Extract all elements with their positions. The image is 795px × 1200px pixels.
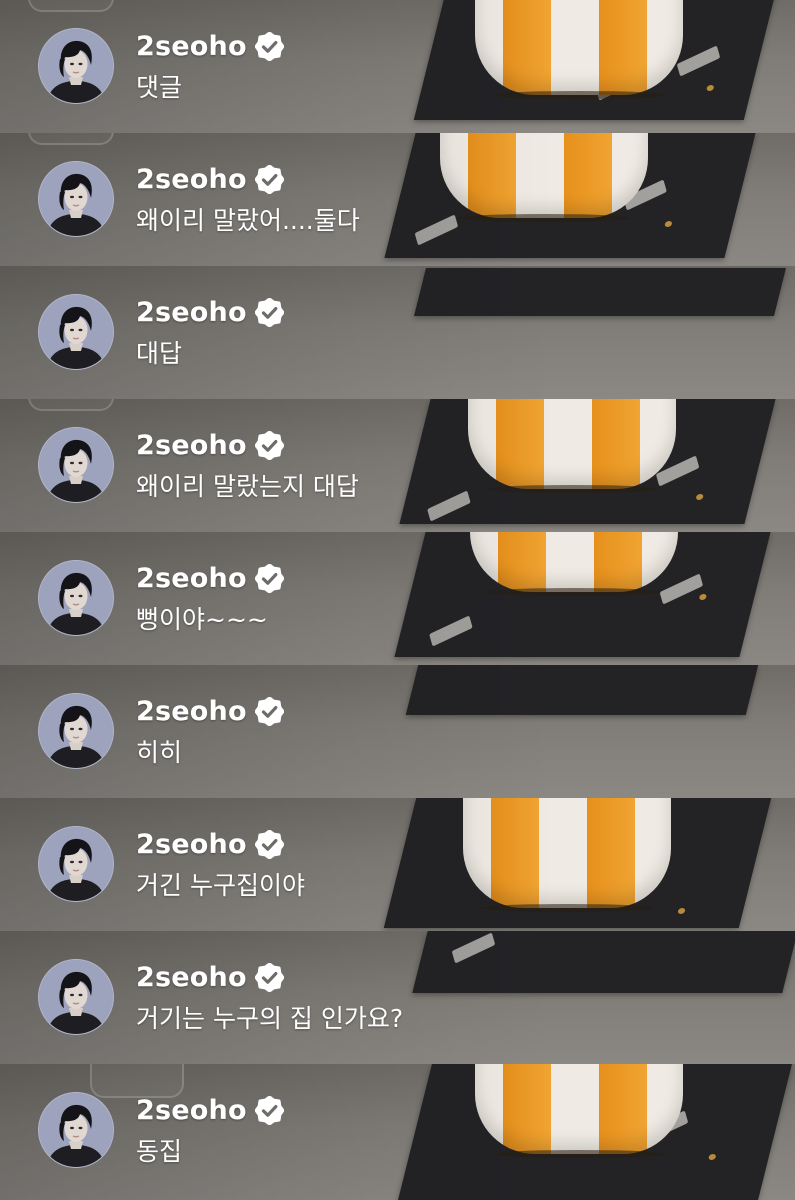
comment-strip: 2seoho 왜이리 말랐어....둘다 xyxy=(0,133,795,266)
username[interactable]: 2seoho xyxy=(136,696,247,727)
comment-row[interactable]: 2seoho 댓글 xyxy=(38,28,285,104)
avatar[interactable] xyxy=(38,693,114,769)
comment-text: 왜이리 말랐는지 대답 xyxy=(136,472,359,501)
comment-row[interactable]: 2seoho 거기는 누구의 집 인가요? xyxy=(38,959,403,1035)
avatar[interactable] xyxy=(38,28,114,104)
avatar[interactable] xyxy=(38,959,114,1035)
verified-badge-icon xyxy=(254,430,285,460)
username[interactable]: 2seoho xyxy=(136,563,247,594)
username[interactable]: 2seoho xyxy=(136,829,247,860)
comment-strip: 2seoho 대답 xyxy=(0,266,795,399)
comment-row[interactable]: 2seoho 왜이리 말랐는지 대답 xyxy=(38,427,359,503)
verified-badge-icon xyxy=(254,696,285,726)
avatar[interactable] xyxy=(38,1092,114,1168)
comment-strip: 2seoho 히히 xyxy=(0,665,795,798)
username[interactable]: 2seoho xyxy=(136,297,247,328)
avatar[interactable] xyxy=(38,294,114,370)
comment-text: 댓글 xyxy=(136,73,183,102)
comment-row[interactable]: 2seoho 뻥이야~~~ xyxy=(38,560,285,636)
comment-strip: 2seoho 거긴 누구집이야 xyxy=(0,798,795,931)
comment-text: 왜이리 말랐어....둘다 xyxy=(136,206,360,235)
verified-badge-icon xyxy=(254,563,285,593)
comment-text: 거긴 누구집이야 xyxy=(136,871,305,900)
comment-text: 히히 xyxy=(136,738,183,767)
comment-row[interactable]: 2seoho 히히 xyxy=(38,693,285,769)
comment-row[interactable]: 2seoho 동집 xyxy=(38,1092,285,1168)
comment-strip: 2seoho 거기는 누구의 집 인가요? xyxy=(0,931,795,1064)
username[interactable]: 2seoho xyxy=(136,1095,247,1126)
comment-strip: 2seoho 동집 xyxy=(0,1064,795,1200)
comment-row[interactable]: 2seoho 왜이리 말랐어....둘다 xyxy=(38,161,360,237)
avatar[interactable] xyxy=(38,427,114,503)
verified-badge-icon xyxy=(254,1095,285,1125)
verified-badge-icon xyxy=(254,829,285,859)
verified-badge-icon xyxy=(254,31,285,61)
comment-text: 대답 xyxy=(136,339,183,368)
comment-text: 동집 xyxy=(136,1137,183,1166)
comment-feed: 2seoho 댓글 2seoho 왜이리 말랐어....둘다 2seoho 대답… xyxy=(0,0,795,1200)
comment-strip: 2seoho 왜이리 말랐는지 대답 xyxy=(0,399,795,532)
comment-strip: 2seoho 뻥이야~~~ xyxy=(0,532,795,665)
comment-row[interactable]: 2seoho 대답 xyxy=(38,294,285,370)
verified-badge-icon xyxy=(254,962,285,992)
avatar[interactable] xyxy=(38,161,114,237)
comment-text: 거기는 누구의 집 인가요? xyxy=(136,1004,404,1033)
username[interactable]: 2seoho xyxy=(136,31,247,62)
comment-row[interactable]: 2seoho 거긴 누구집이야 xyxy=(38,826,305,902)
username[interactable]: 2seoho xyxy=(136,430,247,461)
avatar[interactable] xyxy=(38,826,114,902)
avatar[interactable] xyxy=(38,560,114,636)
username[interactable]: 2seoho xyxy=(136,164,247,195)
username[interactable]: 2seoho xyxy=(136,962,247,993)
verified-badge-icon xyxy=(254,164,285,194)
verified-badge-icon xyxy=(254,297,285,327)
comment-text: 뻥이야~~~ xyxy=(136,605,268,634)
comment-strip: 2seoho 댓글 xyxy=(0,0,795,133)
